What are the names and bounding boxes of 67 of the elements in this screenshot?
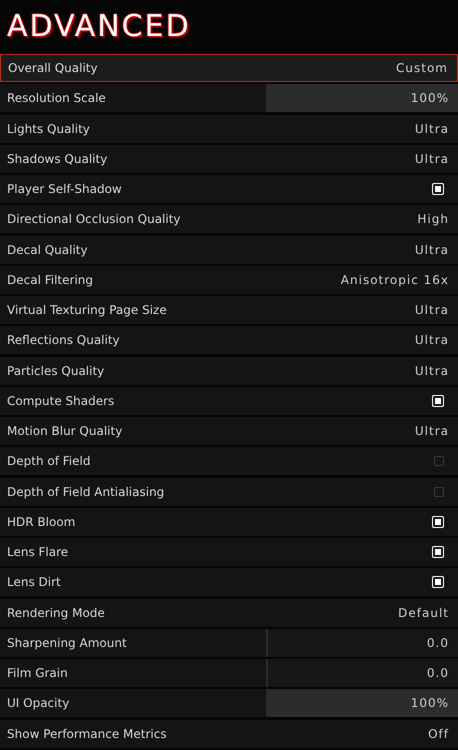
setting-value[interactable]: Ultra xyxy=(414,152,458,166)
setting-value[interactable]: Ultra xyxy=(414,333,458,348)
setting-row[interactable]: Lights Quality Ultra xyxy=(0,114,458,142)
setting-row[interactable]: Rendering Mode Default xyxy=(0,598,458,626)
setting-label: Depth of Field Antialiasing xyxy=(6,484,164,498)
slider-value: 100% xyxy=(410,696,450,710)
setting-row[interactable]: Shadows Quality Ultra xyxy=(0,144,458,173)
setting-label: Reflections Quality xyxy=(6,333,120,348)
setting-label: Virtual Texturing Page Size xyxy=(6,303,167,317)
setting-value[interactable]: Ultra xyxy=(414,242,458,256)
setting-label: Compute Shaders xyxy=(6,394,114,408)
setting-value[interactable]: Default xyxy=(398,606,458,620)
setting-label: UI Opacity xyxy=(6,696,70,710)
setting-label: Sharpening Amount xyxy=(6,636,127,650)
setting-label: Lens Flare xyxy=(6,545,68,559)
setting-row[interactable]: Particles Quality Ultra xyxy=(0,356,458,384)
setting-label: Lens Dirt xyxy=(6,575,61,590)
setting-row[interactable]: Show Performance Metrics Off xyxy=(0,720,458,748)
checkbox[interactable] xyxy=(434,486,444,496)
slider-value: 0.0 xyxy=(426,636,450,650)
setting-row[interactable]: Overall Quality Custom xyxy=(0,54,458,82)
setting-value[interactable]: Off xyxy=(428,726,458,740)
setting-label: Overall Quality xyxy=(7,61,98,75)
setting-value[interactable]: Custom xyxy=(396,61,457,75)
setting-label: Depth of Field xyxy=(6,454,90,468)
setting-label: Rendering Mode xyxy=(6,606,105,620)
setting-label: Lights Quality xyxy=(6,122,90,136)
page-title: ADVANCED xyxy=(7,12,191,42)
setting-row[interactable]: Reflections Quality Ultra xyxy=(0,326,458,354)
setting-value[interactable]: Anisotropic 16x xyxy=(340,272,458,287)
setting-row[interactable]: Depth of Field Antialiasing xyxy=(0,478,458,506)
setting-row[interactable]: Lens Dirt xyxy=(0,568,458,596)
setting-label: Motion Blur Quality xyxy=(6,424,122,438)
setting-row[interactable]: Virtual Texturing Page Size Ultra xyxy=(0,296,458,324)
setting-label: Decal Filtering xyxy=(6,272,93,287)
setting-label: Directional Occlusion Quality xyxy=(6,212,181,226)
setting-row[interactable]: Decal Quality Ultra xyxy=(0,236,458,264)
setting-value[interactable]: Ultra xyxy=(414,424,458,438)
setting-row[interactable]: Player Self-Shadow xyxy=(0,175,458,203)
setting-value[interactable]: High xyxy=(417,212,458,226)
setting-row[interactable]: Decal Filtering Anisotropic 16x xyxy=(0,266,458,294)
setting-row[interactable]: Directional Occlusion Quality High xyxy=(0,205,458,234)
setting-row[interactable]: Film Grain 0.0 xyxy=(0,659,458,687)
slider-track[interactable]: 100% xyxy=(266,689,458,718)
setting-value[interactable]: Ultra xyxy=(414,303,458,317)
setting-label: Resolution Scale xyxy=(6,91,106,106)
setting-label: Player Self-Shadow xyxy=(6,182,122,196)
setting-label: Show Performance Metrics xyxy=(6,726,167,740)
setting-row[interactable]: Resolution Scale 100% xyxy=(0,84,458,112)
slider-value: 0.0 xyxy=(426,666,450,680)
setting-row[interactable]: UI Opacity 100% xyxy=(0,689,458,718)
setting-row[interactable]: HDR Bloom xyxy=(0,508,458,536)
setting-value[interactable]: Ultra xyxy=(414,122,458,136)
setting-label: Particles Quality xyxy=(6,364,104,378)
setting-row[interactable]: Motion Blur Quality Ultra xyxy=(0,417,458,445)
setting-value[interactable]: Ultra xyxy=(414,364,458,378)
checkbox[interactable] xyxy=(434,456,444,466)
slider-track[interactable]: 100% xyxy=(266,84,458,112)
setting-row[interactable]: Lens Flare xyxy=(0,538,458,566)
setting-label: Film Grain xyxy=(6,666,68,680)
setting-label: Shadows Quality xyxy=(6,152,108,166)
setting-row[interactable]: Depth of Field xyxy=(0,447,458,476)
setting-label: Decal Quality xyxy=(6,242,88,256)
setting-label: HDR Bloom xyxy=(6,514,76,529)
setting-row[interactable]: Sharpening Amount 0.0 xyxy=(0,628,458,657)
slider-value: 100% xyxy=(410,91,450,106)
setting-row[interactable]: Compute Shaders xyxy=(0,386,458,415)
